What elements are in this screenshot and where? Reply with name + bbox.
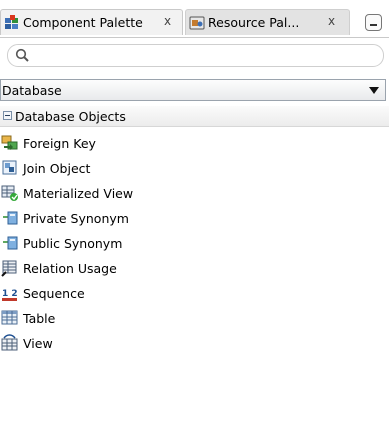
foreign-key-icon: [1, 134, 19, 152]
palette-item-join-object[interactable]: Join Object: [0, 156, 389, 181]
item-label: Private Synonym: [23, 211, 129, 226]
palette-item-relation-usage[interactable]: Relation Usage: [0, 256, 389, 281]
chevron-down-icon[interactable]: [369, 87, 379, 94]
relation-usage-icon: [1, 259, 19, 277]
palette-item-public-synonym[interactable]: Public Synonym: [0, 231, 389, 256]
close-icon[interactable]: x: [164, 14, 171, 28]
component-palette-icon: [4, 14, 20, 31]
item-label: Sequence: [23, 286, 85, 301]
search-icon: [15, 48, 30, 63]
section-title: Database Objects: [15, 109, 126, 124]
item-label: Relation Usage: [23, 261, 117, 276]
tab-component-palette[interactable]: Component Palette x: [0, 9, 183, 35]
palette-item-materialized-view[interactable]: Materialized View: [0, 181, 389, 206]
tab-resource-palette[interactable]: Resource Pal... x: [185, 9, 350, 35]
item-label: Materialized View: [23, 186, 134, 201]
close-icon[interactable]: x: [328, 14, 335, 28]
table-icon: [1, 309, 19, 327]
palette-item-table[interactable]: Table: [0, 306, 389, 331]
item-label: Public Synonym: [23, 236, 123, 251]
materialized-view-icon: [1, 184, 19, 202]
item-label: Join Object: [23, 161, 91, 176]
sequence-icon-text: 1 2: [2, 289, 18, 299]
view-icon: [1, 334, 19, 352]
item-label: Table: [23, 311, 56, 326]
tab-label: Component Palette: [23, 15, 143, 30]
tab-label: Resource Pal...: [208, 15, 300, 30]
palette-item-sequence[interactable]: 1 2 Sequence: [0, 281, 389, 306]
search-field[interactable]: [7, 44, 384, 67]
palette-item-private-synonym[interactable]: Private Synonym: [0, 206, 389, 231]
search-input[interactable]: [34, 47, 378, 66]
section-header-database-objects[interactable]: Database Objects: [0, 106, 389, 127]
palette-item-foreign-key[interactable]: Foreign Key: [0, 131, 389, 156]
join-object-icon: [1, 159, 19, 177]
tab-divider: [0, 37, 389, 38]
collapse-icon[interactable]: [3, 111, 12, 120]
sequence-icon: 1 2: [1, 284, 19, 302]
minimize-button[interactable]: [365, 14, 382, 31]
item-label: Foreign Key: [23, 136, 96, 151]
palette-tab-bar: Component Palette x Resource Pal... x: [0, 0, 389, 38]
category-dropdown[interactable]: Database: [0, 79, 386, 101]
palette-item-view[interactable]: View: [0, 331, 389, 356]
resource-palette-icon: [189, 15, 205, 31]
item-label: View: [23, 336, 53, 351]
public-synonym-icon: [1, 234, 19, 252]
private-synonym-icon: [1, 209, 19, 227]
dropdown-selected-value: Database: [2, 83, 62, 98]
